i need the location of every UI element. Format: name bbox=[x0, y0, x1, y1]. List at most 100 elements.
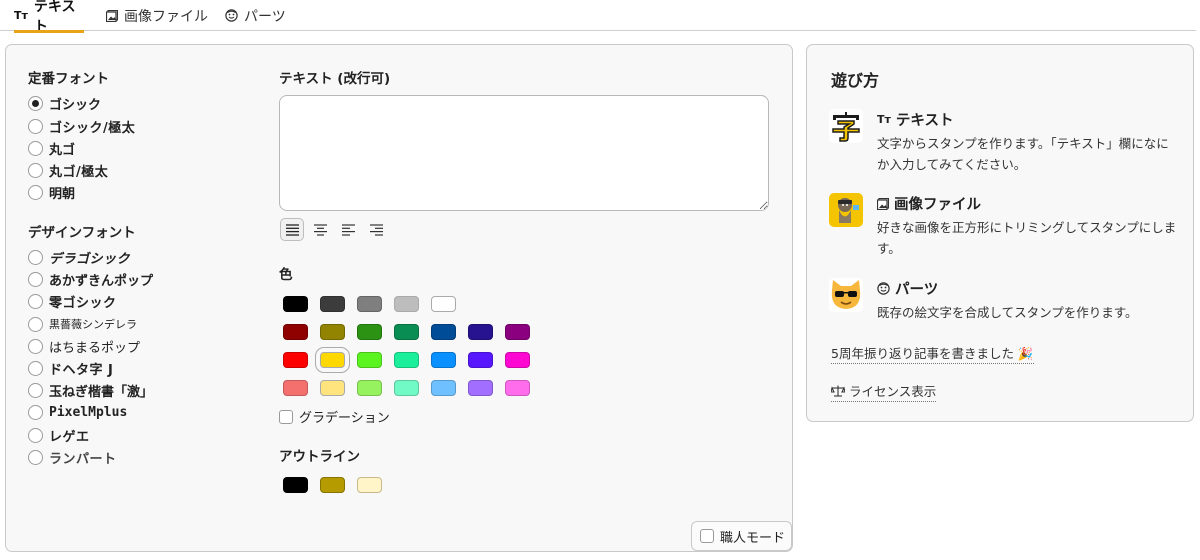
gradient-checkbox[interactable]: グラデーション bbox=[279, 407, 390, 426]
font-option-label: ゴシック bbox=[49, 97, 102, 113]
text-icon: Tт bbox=[14, 9, 28, 22]
color-swatch[interactable] bbox=[283, 324, 308, 340]
help-item-description: 好きな画像を正方形にトリミングしてスタンプにします。 bbox=[877, 220, 1177, 256]
stamp-text-input[interactable] bbox=[279, 95, 769, 211]
radio-icon bbox=[28, 360, 43, 376]
font-option-label: 丸ゴ bbox=[49, 142, 76, 158]
help-item-description: 文字からスタンプを作ります。「テキスト」欄になにか入力してみてください。 bbox=[877, 136, 1169, 172]
tab-parts-label: パーツ bbox=[244, 8, 286, 25]
color-label: 色 bbox=[279, 267, 293, 283]
color-swatch[interactable] bbox=[505, 380, 530, 396]
image-icon bbox=[106, 9, 118, 22]
font-option-rampart[interactable]: ランパート bbox=[28, 448, 117, 467]
color-swatch[interactable] bbox=[283, 352, 308, 368]
checkbox-icon bbox=[700, 529, 714, 543]
color-swatch[interactable] bbox=[357, 296, 382, 312]
font-option-label: ゴシック/極太 bbox=[49, 120, 136, 136]
help-heading-text: パーツ bbox=[895, 282, 939, 298]
color-swatch[interactable] bbox=[357, 324, 382, 340]
color-swatch[interactable] bbox=[431, 296, 456, 312]
license-link-label: ライセンス表示 bbox=[849, 384, 937, 399]
color-swatch[interactable] bbox=[320, 380, 345, 396]
font-option-pixelmplus[interactable]: PixelMplus bbox=[28, 403, 127, 421]
color-swatch[interactable] bbox=[431, 352, 456, 368]
help-panel: 遊び方 Tт テキスト 文字からスタンプを作ります。「テキスト」欄になにか入力し… bbox=[806, 44, 1194, 422]
text-icon: Tт bbox=[877, 113, 891, 126]
font-option-reggae[interactable]: レゲエ bbox=[28, 426, 90, 445]
color-swatch[interactable] bbox=[394, 380, 419, 396]
help-title: 遊び方 bbox=[831, 71, 880, 90]
outline-color-swatch[interactable] bbox=[320, 477, 345, 493]
gradient-label: グラデーション bbox=[299, 411, 390, 426]
color-swatch[interactable] bbox=[394, 296, 419, 312]
outline-color-swatch[interactable] bbox=[357, 477, 382, 493]
align-left-button[interactable] bbox=[336, 218, 360, 241]
checkbox-icon bbox=[279, 409, 293, 424]
color-swatch[interactable] bbox=[394, 324, 419, 340]
radio-icon bbox=[28, 293, 43, 309]
align-center-button[interactable] bbox=[308, 218, 332, 241]
font-option-label: デラゴシック bbox=[49, 251, 131, 267]
standard-fonts-label: 定番フォント bbox=[28, 71, 109, 87]
help-item-text: Tт テキスト 文字からスタンプを作ります。「テキスト」欄になにか入力してみてく… bbox=[829, 109, 1174, 173]
anniversary-article-link[interactable]: 5周年振り返り記事を書きました 🎉 bbox=[831, 343, 1034, 364]
color-swatch[interactable] bbox=[431, 380, 456, 396]
color-swatch[interactable] bbox=[283, 296, 308, 312]
license-link[interactable]: ライセンス表示 bbox=[831, 381, 937, 402]
align-justify-icon bbox=[285, 223, 299, 236]
radio-icon bbox=[28, 162, 43, 178]
font-option-doheta-j[interactable]: ドヘタ字 J bbox=[28, 359, 113, 378]
font-option-akazukin-pop[interactable]: あかずきんポップ bbox=[28, 270, 153, 289]
font-option-dela-gothic[interactable]: デラゴシック bbox=[28, 248, 131, 267]
align-center-icon bbox=[313, 223, 327, 236]
radio-icon bbox=[28, 316, 43, 332]
outline-color-swatch[interactable] bbox=[283, 477, 308, 493]
tab-parts[interactable]: パーツ bbox=[225, 0, 286, 31]
font-option-gothic-extra-bold[interactable]: ゴシック/極太 bbox=[28, 117, 136, 136]
color-swatch[interactable] bbox=[283, 380, 308, 396]
help-item-heading: 画像ファイル bbox=[877, 193, 981, 214]
tab-text-label: テキスト bbox=[33, 0, 76, 35]
font-option-label: ランパート bbox=[49, 451, 117, 467]
color-swatch[interactable] bbox=[505, 324, 530, 340]
color-swatch[interactable] bbox=[394, 352, 419, 368]
color-swatch[interactable] bbox=[468, 380, 493, 396]
tab-text[interactable]: Tт テキスト bbox=[14, 0, 84, 35]
tab-image-file[interactable]: 画像ファイル bbox=[106, 0, 208, 31]
font-option-round-gothic[interactable]: 丸ゴ bbox=[28, 139, 76, 158]
font-option-kurobara-cinderella[interactable]: 黒薔薇シンデレラ bbox=[28, 315, 137, 333]
font-option-label: 黒薔薇シンデレラ bbox=[49, 318, 137, 331]
align-justify-button[interactable] bbox=[280, 218, 304, 241]
radio-icon bbox=[28, 449, 43, 465]
font-option-gothic[interactable]: ゴシック bbox=[28, 94, 102, 113]
pro-mode-checkbox[interactable]: 職人モード bbox=[691, 521, 792, 551]
color-swatch[interactable] bbox=[468, 324, 493, 340]
color-swatch[interactable] bbox=[468, 352, 493, 368]
help-heading-text: テキスト bbox=[895, 113, 954, 129]
design-fonts-label: デザインフォント bbox=[28, 225, 136, 241]
tab-image-file-label: 画像ファイル bbox=[124, 8, 208, 25]
text-input-label: テキスト (改行可) bbox=[279, 71, 391, 87]
font-option-label: レゲエ bbox=[49, 429, 90, 445]
cat-sunglasses-icon bbox=[829, 278, 863, 312]
radio-icon bbox=[28, 118, 43, 134]
color-swatch[interactable] bbox=[320, 296, 345, 312]
font-option-hachimaru-pop[interactable]: はちまるポップ bbox=[28, 337, 140, 356]
color-swatch[interactable] bbox=[431, 324, 456, 340]
face-icon bbox=[877, 282, 890, 295]
font-option-round-gothic-extra-bold[interactable]: 丸ゴ/極太 bbox=[28, 161, 108, 180]
color-swatch[interactable] bbox=[315, 347, 350, 373]
font-option-tamanegi-kaisho[interactable]: 玉ねぎ楷書「激」 bbox=[28, 381, 154, 400]
color-swatch[interactable] bbox=[357, 352, 382, 368]
face-icon bbox=[225, 9, 238, 22]
align-right-button[interactable] bbox=[364, 218, 388, 241]
font-option-label: 零ゴシック bbox=[49, 295, 117, 311]
color-swatch[interactable] bbox=[320, 324, 345, 340]
color-swatch[interactable] bbox=[357, 380, 382, 396]
font-option-label: 玉ねぎ楷書「激」 bbox=[49, 384, 154, 400]
color-swatch[interactable] bbox=[505, 352, 530, 368]
kanji-stamp-icon bbox=[829, 109, 863, 143]
font-option-mincho[interactable]: 明朝 bbox=[28, 183, 75, 202]
font-option-zero-gothic[interactable]: 零ゴシック bbox=[28, 292, 117, 311]
radio-icon bbox=[28, 271, 43, 287]
